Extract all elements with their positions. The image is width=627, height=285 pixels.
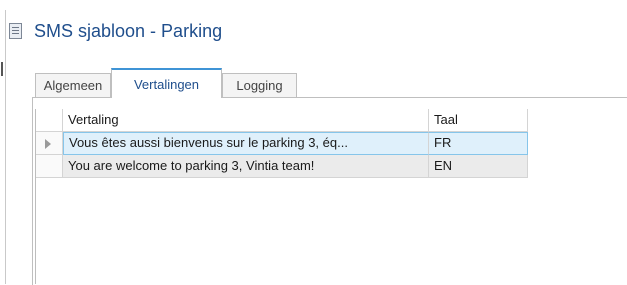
row-selector[interactable] xyxy=(36,155,63,178)
header-selector-cell xyxy=(36,109,63,132)
tab-vertalingen[interactable]: Vertalingen xyxy=(111,68,222,98)
tab-algemeen[interactable]: Algemeen xyxy=(35,73,111,97)
column-header-taal[interactable]: Taal xyxy=(429,109,528,132)
cell-taal[interactable]: FR xyxy=(429,132,528,155)
table-row[interactable]: Vous êtes aussi bienvenus sur le parking… xyxy=(36,132,627,155)
table-row[interactable]: You are welcome to parking 3, Vintia tea… xyxy=(36,155,627,178)
background-window-edge xyxy=(0,0,627,10)
translations-grid: Vertaling Taal Vous êtes aussi bienvenus… xyxy=(35,109,627,284)
window-title: SMS sjabloon - Parking xyxy=(34,21,223,41)
column-header-vertaling[interactable]: Vertaling xyxy=(63,109,429,132)
current-row-arrow-icon xyxy=(45,139,51,149)
cell-vertaling[interactable]: You are welcome to parking 3, Vintia tea… xyxy=(63,155,429,178)
sms-template-window: SMS sjabloon - Parking Algemeen Vertalin… xyxy=(6,10,627,285)
cell-taal[interactable]: EN xyxy=(429,155,528,178)
document-icon xyxy=(9,23,22,39)
row-selector[interactable] xyxy=(36,132,63,155)
cell-vertaling[interactable]: Vous êtes aussi bienvenus sur le parking… xyxy=(63,132,429,155)
grid-header-row: Vertaling Taal xyxy=(36,109,627,132)
tab-logging[interactable]: Logging xyxy=(222,73,297,97)
title-bar: SMS sjabloon - Parking xyxy=(6,10,627,52)
